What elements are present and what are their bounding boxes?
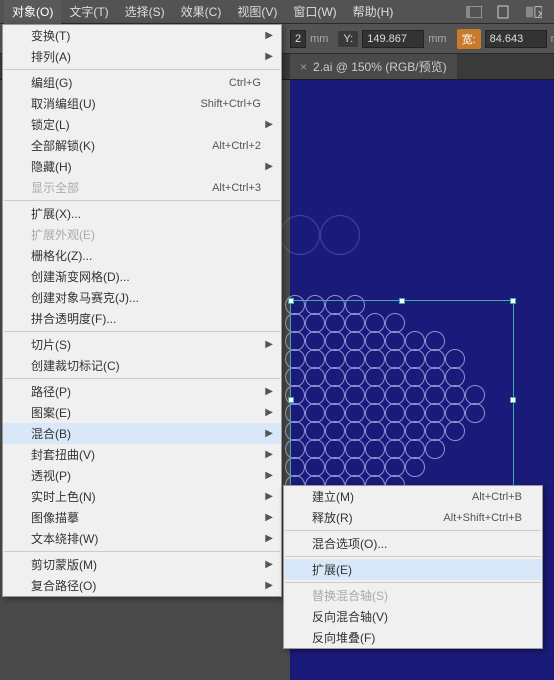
separator <box>4 69 280 70</box>
mi-trim-marks[interactable]: 创建裁切标记(C) <box>3 355 281 376</box>
handle-tm[interactable] <box>399 298 405 304</box>
mi-envelope[interactable]: 封套扭曲(V)▶ <box>3 444 281 465</box>
chevron-right-icon: ▶ <box>265 491 273 502</box>
chevron-right-icon: ▶ <box>265 449 273 460</box>
chevron-right-icon: ▶ <box>265 161 273 172</box>
tab-document[interactable]: × 2.ai @ 150% (RGB/预览) <box>290 54 457 79</box>
mi-expand[interactable]: 扩展(X)... <box>3 203 281 224</box>
chevron-right-icon: ▶ <box>265 559 273 570</box>
chevron-right-icon: ▶ <box>265 512 273 523</box>
separator <box>4 378 280 379</box>
tab-title: 2.ai @ 150% (RGB/预览) <box>313 58 447 75</box>
chevron-right-icon: ▶ <box>265 30 273 41</box>
mi-blend[interactable]: 混合(B)▶ <box>3 423 281 444</box>
menu-view[interactable]: 视图(V) <box>229 0 285 24</box>
mi-slice[interactable]: 切片(S)▶ <box>3 334 281 355</box>
mi-transform[interactable]: 变换(T)▶ <box>3 25 281 46</box>
mi-clipping-mask[interactable]: 剪切蒙版(M)▶ <box>3 554 281 575</box>
menu-type[interactable]: 文字(T) <box>61 0 116 24</box>
smi-make[interactable]: 建立(M)Alt+Ctrl+B <box>284 486 542 507</box>
mi-lock[interactable]: 锁定(L)▶ <box>3 114 281 135</box>
arrange-icon[interactable] <box>526 4 542 20</box>
chevron-right-icon: ▶ <box>265 428 273 439</box>
separator <box>4 551 280 552</box>
mi-path[interactable]: 路径(P)▶ <box>3 381 281 402</box>
y-input[interactable] <box>362 30 424 48</box>
chevron-right-icon: ▶ <box>265 470 273 481</box>
menu-select[interactable]: 选择(S) <box>117 0 173 24</box>
mi-flatten[interactable]: 拼合透明度(F)... <box>3 308 281 329</box>
mi-arrange[interactable]: 排列(A)▶ <box>3 46 281 67</box>
mi-object-mosaic[interactable]: 创建对象马赛克(J)... <box>3 287 281 308</box>
smi-reverse-spine[interactable]: 反向混合轴(V) <box>284 606 542 627</box>
chevron-right-icon: ▶ <box>265 51 273 62</box>
mi-expand-appearance: 扩展外观(E) <box>3 224 281 245</box>
mi-perspective[interactable]: 透视(P)▶ <box>3 465 281 486</box>
unit-3: mm <box>551 33 554 45</box>
mi-group[interactable]: 编组(G)Ctrl+G <box>3 72 281 93</box>
separator <box>4 331 280 332</box>
menu-window[interactable]: 窗口(W) <box>285 0 344 24</box>
mi-compound-path[interactable]: 复合路径(O)▶ <box>3 575 281 596</box>
blend-submenu: 建立(M)Alt+Ctrl+B 释放(R)Alt+Shift+Ctrl+B 混合… <box>283 485 543 649</box>
chevron-right-icon: ▶ <box>265 119 273 130</box>
separator <box>285 530 541 531</box>
chevron-right-icon: ▶ <box>265 339 273 350</box>
menu-help[interactable]: 帮助(H) <box>345 0 402 24</box>
object-menu: 变换(T)▶ 排列(A)▶ 编组(G)Ctrl+G 取消编组(U)Shift+C… <box>2 24 282 597</box>
mi-show-all: 显示全部Alt+Ctrl+3 <box>3 177 281 198</box>
w-input[interactable] <box>485 30 547 48</box>
handle-mr[interactable] <box>510 397 516 403</box>
menubar: 对象(O) 文字(T) 选择(S) 效果(C) 视图(V) 窗口(W) 帮助(H… <box>0 0 554 24</box>
y-label: Y: <box>338 31 358 47</box>
mi-image-trace[interactable]: 图像描摹▶ <box>3 507 281 528</box>
mi-rasterize[interactable]: 栅格化(Z)... <box>3 245 281 266</box>
mi-pattern[interactable]: 图案(E)▶ <box>3 402 281 423</box>
w-label: 宽: <box>457 29 481 49</box>
unit-2: mm <box>428 33 446 45</box>
selection-bounds <box>290 300 514 500</box>
smi-options[interactable]: 混合选项(O)... <box>284 533 542 554</box>
separator <box>285 582 541 583</box>
x-tail: 2 <box>290 30 306 48</box>
chevron-right-icon: ▶ <box>265 386 273 397</box>
separator <box>4 200 280 201</box>
mi-hide[interactable]: 隐藏(H)▶ <box>3 156 281 177</box>
mi-text-wrap[interactable]: 文本绕排(W)▶ <box>3 528 281 549</box>
unit-1: mm <box>310 33 328 45</box>
menu-effect[interactable]: 效果(C) <box>173 0 230 24</box>
separator <box>285 556 541 557</box>
chevron-right-icon: ▶ <box>265 580 273 591</box>
handle-ml[interactable] <box>288 397 294 403</box>
mi-ungroup[interactable]: 取消编组(U)Shift+Ctrl+G <box>3 93 281 114</box>
layout-icon[interactable] <box>466 4 482 20</box>
smi-replace-spine: 替换混合轴(S) <box>284 585 542 606</box>
mi-unlock-all[interactable]: 全部解锁(K)Alt+Ctrl+2 <box>3 135 281 156</box>
tab-close[interactable]: × <box>300 60 307 74</box>
chevron-right-icon: ▶ <box>265 407 273 418</box>
menu-object[interactable]: 对象(O) <box>4 0 61 24</box>
smi-expand[interactable]: 扩展(E) <box>284 559 542 580</box>
smi-release[interactable]: 释放(R)Alt+Shift+Ctrl+B <box>284 507 542 528</box>
handle-tl[interactable] <box>288 298 294 304</box>
mi-gradient-mesh[interactable]: 创建渐变网格(D)... <box>3 266 281 287</box>
chevron-right-icon: ▶ <box>265 533 273 544</box>
mi-live-paint[interactable]: 实时上色(N)▶ <box>3 486 281 507</box>
handle-tr[interactable] <box>510 298 516 304</box>
smi-reverse-front[interactable]: 反向堆叠(F) <box>284 627 542 648</box>
document-icon[interactable] <box>496 4 512 20</box>
